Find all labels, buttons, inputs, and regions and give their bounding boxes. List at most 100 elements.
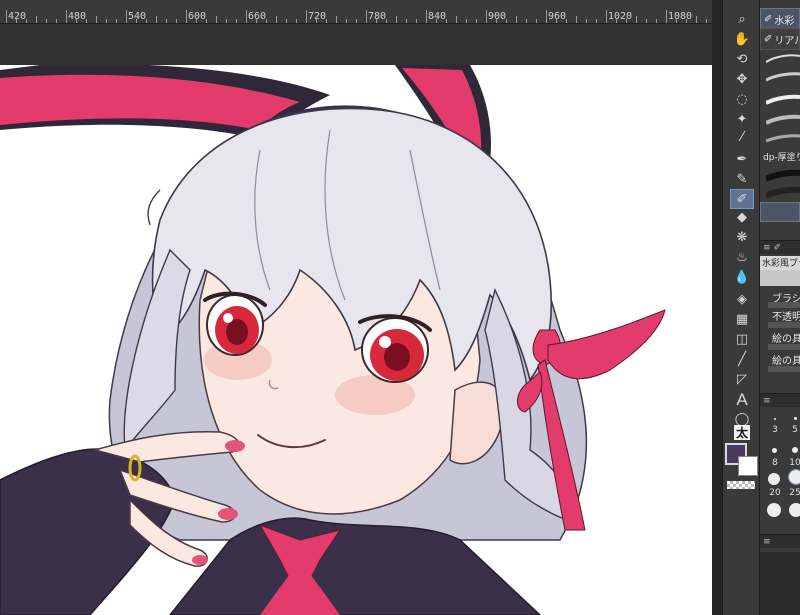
brush-size-header: ≡	[760, 393, 800, 407]
bold-text-button[interactable]: 太	[734, 425, 750, 440]
brush-icon: ✐	[736, 191, 748, 207]
move-icon: ✥	[736, 71, 748, 87]
ruler-minor-tick	[46, 19, 47, 23]
paint-density-slider[interactable]	[768, 366, 800, 372]
blend-icon: ♨	[736, 249, 748, 265]
ruler-minor-tick	[446, 19, 447, 23]
ruler-major-tick	[606, 10, 607, 23]
ruler-major-tick	[126, 10, 127, 23]
lasso-tool[interactable]: ◌	[731, 90, 753, 108]
color-wheel-area[interactable]	[760, 552, 800, 615]
tool-property-header: ≡ ✐	[760, 240, 800, 254]
brush-stroke-preview[interactable]	[766, 92, 800, 106]
eyedropper-tool[interactable]: ⁄	[731, 128, 753, 146]
ruler-minor-tick	[326, 19, 327, 23]
brush-stroke-preview[interactable]	[766, 112, 800, 126]
vertical-scrollbar[interactable]	[712, 0, 722, 615]
brush-name[interactable]: dp-厚塗り	[760, 150, 800, 166]
fill-tool[interactable]: 💧	[731, 268, 753, 286]
ruler-minor-tick	[476, 19, 477, 23]
ruler-minor-tick	[456, 16, 457, 23]
ruler-minor-tick	[196, 19, 197, 23]
brush-stroke-preview[interactable]	[766, 70, 800, 84]
ruler-label: 420	[8, 11, 27, 22]
brush-tool[interactable]: ✐	[730, 189, 754, 209]
ruler-major-tick	[306, 10, 307, 23]
size-dot[interactable]	[768, 473, 780, 485]
speech-balloon-icon: ◯	[734, 411, 750, 427]
ruler-minor-tick	[116, 19, 117, 23]
brush-tab-real[interactable]: ✐ リアル	[760, 28, 800, 50]
paint-bucket-tool[interactable]: ◈	[731, 290, 753, 308]
ruler-minor-tick	[56, 19, 57, 23]
drawing-canvas[interactable]	[0, 65, 712, 615]
brush-tab-label: リアル	[774, 35, 799, 47]
blend-tool[interactable]: ♨	[731, 248, 753, 266]
ruler-label: 600	[188, 11, 207, 22]
frame-tool[interactable]: ◫	[731, 330, 753, 348]
ruler-minor-tick	[266, 19, 267, 23]
ruler-major-tick	[186, 10, 187, 23]
size-label: 8	[772, 458, 778, 468]
transparent-color-swatch[interactable]	[727, 481, 755, 489]
menu-icon: ≡	[763, 536, 771, 547]
ruler-minor-tick	[626, 19, 627, 23]
brush-stroke-preview[interactable]	[766, 185, 800, 199]
ruler-minor-tick	[76, 19, 77, 23]
size-dot-selected[interactable]	[788, 469, 800, 485]
brush-stroke-preview[interactable]	[766, 52, 800, 66]
gradient-tool[interactable]: ▦	[731, 310, 753, 328]
color-panel-header: ≡	[760, 534, 800, 548]
line-tool[interactable]: ╱	[731, 350, 753, 368]
illustration	[0, 65, 666, 615]
ruler-minor-tick	[576, 16, 577, 23]
ruler-minor-tick	[416, 19, 417, 23]
decoration-tool[interactable]: ❋	[731, 228, 753, 246]
ruler-minor-tick	[616, 19, 617, 23]
magic-wand-tool[interactable]: ✦	[731, 110, 753, 128]
size-label: 3	[772, 425, 778, 435]
ruler-minor-tick	[386, 19, 387, 23]
size-dot[interactable]	[774, 418, 776, 420]
ruler-minor-tick	[686, 19, 687, 23]
size-dot[interactable]	[789, 503, 800, 517]
brush-icon: ✐	[773, 242, 782, 253]
ruler-minor-tick	[216, 16, 217, 23]
size-dot[interactable]	[772, 448, 777, 453]
ruler-minor-tick	[596, 19, 597, 23]
sub-color-swatch[interactable]	[738, 456, 758, 476]
size-label: 20	[769, 488, 781, 498]
menu-icon: ≡	[763, 242, 771, 253]
ruler-minor-tick	[496, 19, 497, 23]
hand-tool[interactable]: ✋	[731, 30, 753, 48]
eraser-icon: ◆	[737, 209, 747, 225]
ruler-minor-tick	[166, 19, 167, 23]
horizontal-ruler: 4204805406006607207808409009601020108011…	[0, 0, 722, 24]
ruler-minor-tick	[406, 19, 407, 23]
pen-icon: ✐	[764, 13, 773, 25]
pencil-tool[interactable]: ✎	[731, 170, 753, 188]
pen-tool[interactable]: ✒	[731, 150, 753, 168]
text-tool[interactable]: A	[731, 390, 753, 408]
ruler-minor-tick	[526, 19, 527, 23]
brush-stroke-preview[interactable]	[766, 168, 800, 182]
eraser-tool[interactable]: ◆	[731, 208, 753, 226]
size-dot[interactable]	[792, 447, 798, 453]
ruler-minor-tick	[566, 19, 567, 23]
ruler-minor-tick	[136, 19, 137, 23]
ruler-major-tick	[486, 10, 487, 23]
size-dot[interactable]	[794, 417, 797, 420]
move-tool[interactable]: ✥	[731, 70, 753, 88]
ruler-minor-tick	[586, 19, 587, 23]
ruler-minor-tick	[516, 16, 517, 23]
brush-selected-preview[interactable]	[760, 202, 800, 222]
zoom-tool[interactable]: ⌕	[731, 10, 753, 28]
rotate-tool[interactable]: ⟲	[731, 50, 753, 68]
ruler-tool[interactable]: ◸	[731, 370, 753, 388]
ruler-major-tick	[666, 10, 667, 23]
brush-tab-watercolor[interactable]: ✐ 水彩	[760, 8, 800, 30]
size-dot[interactable]	[767, 503, 781, 517]
ruler-minor-tick	[276, 16, 277, 23]
brush-stroke-preview[interactable]	[766, 130, 800, 144]
ruler-label: 840	[428, 11, 447, 22]
